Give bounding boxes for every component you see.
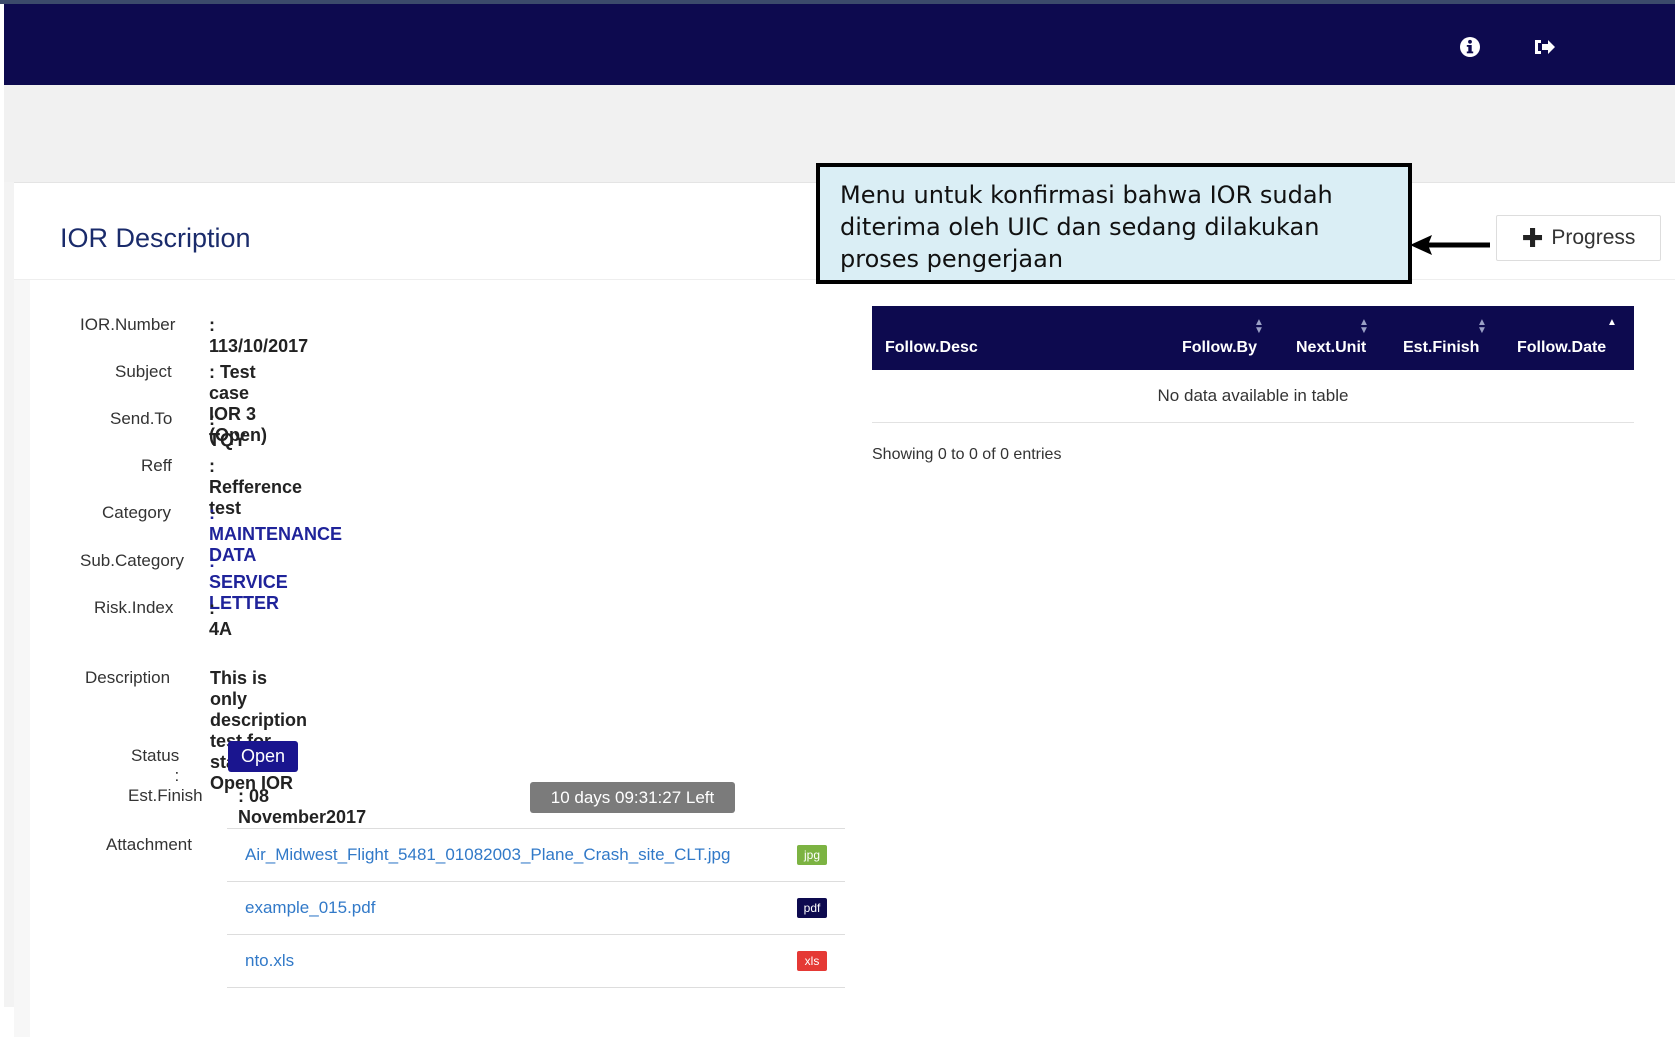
- list-item: example_015.pdf pdf: [227, 881, 845, 934]
- description-value: This is only description test for status…: [210, 668, 308, 793]
- status-label: Status :: [131, 746, 180, 785]
- sort-icon: ▲ ▼: [1359, 317, 1369, 336]
- column-est-finish[interactable]: ▲ ▼ Est.Finish: [1403, 318, 1487, 357]
- sub-category-label: Sub.Category: [80, 551, 184, 570]
- column-follow-date-label: Follow.Date: [1517, 339, 1607, 356]
- column-next-unit-label: Next.Unit: [1296, 339, 1367, 356]
- column-est-finish-label: Est.Finish: [1403, 339, 1480, 356]
- attachment-link[interactable]: Air_Midwest_Flight_5481_01082003_Plane_C…: [245, 845, 730, 865]
- est-finish-label: Est.Finish: [128, 786, 203, 805]
- sort-icon: ▲ ▼: [1254, 317, 1264, 336]
- sort-asc-icon: ▲: [1607, 317, 1617, 328]
- file-type-badge: xls: [797, 951, 827, 971]
- attachment-link[interactable]: example_015.pdf: [245, 898, 375, 918]
- file-type-badge: pdf: [797, 898, 827, 918]
- info-circle-icon[interactable]: [1457, 34, 1483, 60]
- category-label: Category: [102, 503, 171, 522]
- ior-number-value: : 113/10/2017: [209, 315, 309, 356]
- table-header: Follow.Desc ▲ ▼ Follow.By ▲ ▼ Next.Unit ▲ ▼…: [872, 306, 1634, 370]
- page-title: IOR Description: [60, 223, 251, 253]
- list-item: nto.xls xls: [227, 934, 845, 988]
- column-next-unit[interactable]: ▲ ▼ Next.Unit: [1296, 318, 1369, 357]
- sign-out-icon[interactable]: [1532, 34, 1558, 60]
- status-badge: Open: [228, 741, 298, 772]
- send-to-value: : TQY: [209, 409, 247, 450]
- reff-label: Reff: [141, 456, 172, 475]
- description-label: Description: [85, 668, 171, 687]
- annotation-callout: Menu untuk konfirmasi bahwa IOR sudah di…: [816, 163, 1412, 284]
- countdown-badge: 10 days 09:31:27 Left: [530, 782, 735, 813]
- attachment-link[interactable]: nto.xls: [245, 951, 294, 971]
- column-follow-desc[interactable]: Follow.Desc: [885, 339, 978, 357]
- file-type-badge: jpg: [797, 845, 827, 865]
- subject-label: Subject: [115, 362, 172, 381]
- column-follow-by[interactable]: ▲ ▼ Follow.By: [1182, 318, 1264, 357]
- progress-button-label: Progress: [1551, 226, 1636, 249]
- list-item: Air_Midwest_Flight_5481_01082003_Plane_C…: [227, 828, 845, 881]
- sort-icon: ▲ ▼: [1477, 317, 1487, 336]
- attachment-list: Air_Midwest_Flight_5481_01082003_Plane_C…: [227, 828, 845, 988]
- est-finish-value: : 08 November2017: [238, 786, 367, 827]
- table-info: Showing 0 to 0 of 0 entries: [872, 446, 1062, 463]
- left-gutter: [4, 182, 14, 1007]
- progress-button[interactable]: ✚ Progress: [1496, 215, 1661, 261]
- follow-up-table: Follow.Desc ▲ ▼ Follow.By ▲ ▼ Next.Unit ▲ ▼…: [872, 306, 1634, 423]
- top-navbar: [4, 4, 1675, 85]
- column-follow-by-label: Follow.By: [1182, 339, 1257, 356]
- risk-index-value: : 4A: [209, 598, 233, 639]
- arrow-left-icon: [1410, 235, 1490, 255]
- send-to-label: Send.To: [110, 409, 173, 428]
- risk-index-label: Risk.Index: [94, 598, 174, 617]
- ior-number-label: IOR.Number: [80, 315, 176, 334]
- empty-table-message: No data available in table: [872, 370, 1634, 423]
- attachment-label: Attachment: [106, 835, 192, 854]
- plus-icon: ✚: [1521, 223, 1544, 253]
- panel-body-edge: [14, 280, 30, 1037]
- column-follow-date[interactable]: ▲ Follow.Date: [1517, 318, 1617, 357]
